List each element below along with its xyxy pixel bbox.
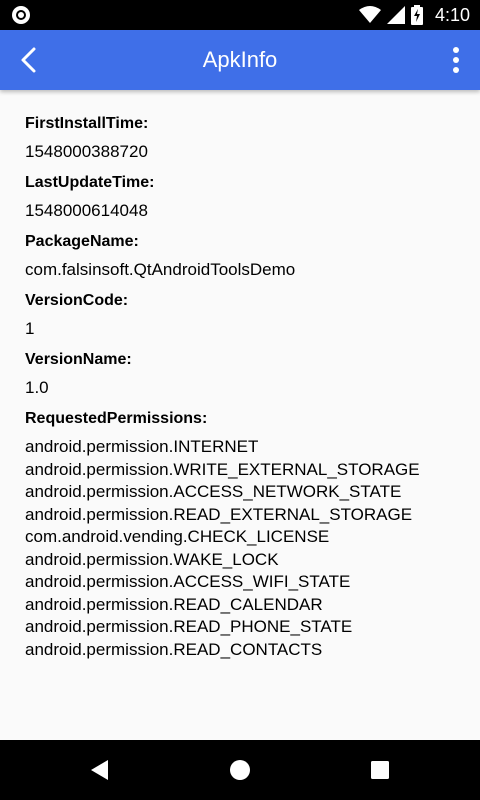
permission-item: android.permission.READ_CONTACTS (25, 639, 323, 659)
field-value: 1548000614048 (25, 201, 148, 220)
status-icons: 4:10 (358, 4, 470, 26)
field-label: FirstInstallTime: (25, 115, 149, 132)
field-version-name: VersionName: 1.0 (25, 349, 460, 399)
permission-item: android.permission.ACCESS_NETWORK_STATE (25, 482, 402, 501)
notification-circle-icon (12, 6, 30, 24)
recents-square-icon (371, 761, 389, 779)
nav-recents-button[interactable] (368, 758, 392, 782)
field-package-name: PackageName: com.falsinsoft.QtAndroidToo… (25, 231, 460, 281)
chevron-left-icon (21, 47, 36, 73)
permission-item: android.permission.ACCESS_WIFI_STATE (25, 572, 351, 591)
status-bar: 4:10 (0, 0, 480, 30)
apk-info-content: FirstInstallTime: 1548000388720 LastUpda… (25, 113, 460, 661)
overflow-menu-button[interactable] (448, 44, 464, 76)
field-last-update-time: LastUpdateTime: 1548000614048 (25, 172, 460, 222)
wifi-icon (358, 6, 381, 23)
permission-item: android.permission.READ_EXTERNAL_STORAGE (25, 504, 413, 524)
back-button[interactable] (14, 44, 46, 76)
permission-item: com.android.vending.CHECK_LICENSE (25, 527, 330, 546)
field-value: 1 (25, 319, 35, 338)
permission-item: android.permission.WRITE_EXTERNAL_STORAG… (25, 459, 420, 479)
permission-item: android.permission.READ_PHONE_STATE (25, 617, 353, 636)
back-triangle-icon (91, 760, 108, 780)
field-label: VersionName: (25, 351, 132, 368)
field-value: com.falsinsoft.QtAndroidToolsDemo (25, 260, 296, 279)
field-label: VersionCode: (25, 292, 129, 309)
signal-icon (386, 6, 405, 24)
permission-item: android.permission.READ_CALENDAR (25, 594, 323, 614)
field-label: PackageName: (25, 233, 139, 250)
battery-charging-icon (410, 5, 423, 25)
field-label: RequestedPermissions: (25, 410, 208, 427)
status-time: 4:10 (434, 5, 470, 25)
field-label: LastUpdateTime: (25, 174, 155, 191)
field-version-code: VersionCode: 1 (25, 290, 460, 340)
field-value: 1.0 (25, 378, 49, 397)
permission-item: android.permission.WAKE_LOCK (25, 549, 279, 569)
app-bar: ApkInfo (0, 30, 480, 90)
permission-list: android.permission.INTERNET android.perm… (25, 436, 460, 661)
field-requested-permissions: RequestedPermissions: android.permission… (25, 408, 460, 661)
field-value: 1548000388720 (25, 142, 148, 161)
nav-back-button[interactable] (88, 758, 112, 782)
app-title: ApkInfo (202, 47, 278, 72)
more-vertical-icon (453, 47, 459, 73)
field-first-install-time: FirstInstallTime: 1548000388720 (25, 113, 460, 163)
permission-item: android.permission.INTERNET (25, 437, 259, 456)
home-circle-icon (230, 760, 250, 780)
nav-home-button[interactable] (228, 758, 252, 782)
navigation-bar (0, 740, 480, 800)
